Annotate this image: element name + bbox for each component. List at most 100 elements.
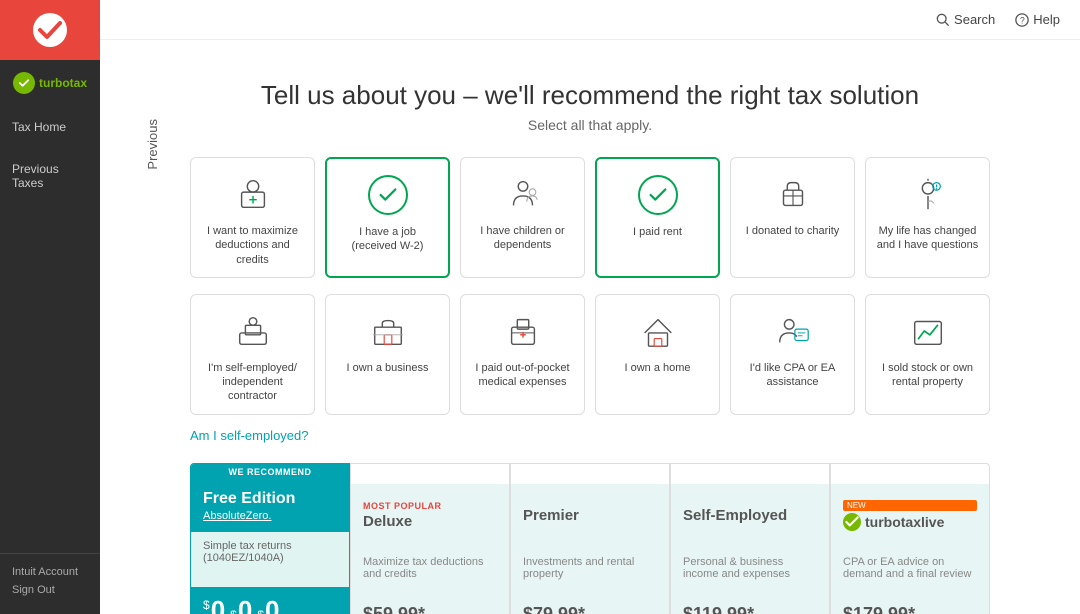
self-emp-product-name: Self-Employed (683, 507, 817, 524)
maximize-deductions-icon (231, 172, 275, 216)
life-changed-icon (906, 172, 950, 216)
live-description: CPA or EA advice on demand and a final r… (831, 548, 989, 596)
have-job-icon (366, 173, 410, 217)
life-changed-label: My life has changed and I have questions (874, 224, 981, 253)
top-header: Search ? Help (100, 0, 1080, 40)
live-logo-icon (843, 513, 861, 531)
have-job-label: I have a job (received W-2) (335, 225, 440, 254)
sidebar-item-previous-taxes[interactable]: Previous Taxes (0, 148, 100, 204)
free-header: Free Edition AbsoluteZero. (191, 480, 349, 532)
sidebar-item-tax-home[interactable]: Tax Home (0, 106, 100, 148)
sidebar-nav: Tax Home Previous Taxes (0, 106, 100, 553)
previous-button[interactable]: Previous (100, 111, 204, 177)
recommendations: WE RECOMMEND Free Edition AbsoluteZero. … (190, 463, 990, 614)
free-description: Simple tax returns (1040EZ/1040A) (191, 532, 349, 587)
plan-turbotax-live: NEW turbotaxlive CPA or EA advice on dem… (830, 463, 990, 614)
sidebar-bottom: Intuit Account Sign Out (0, 553, 100, 614)
option-own-business[interactable]: I own a business (325, 294, 450, 415)
medical-expenses-label: I paid out-of-pocket medical expenses (469, 361, 576, 390)
option-medical-expenses[interactable]: I paid out-of-pocket medical expenses (460, 294, 585, 415)
options-grid-row1: I want to maximize deductions and credit… (190, 157, 990, 278)
free-product-name: Free Edition (203, 490, 337, 508)
paid-rent-label: I paid rent (633, 225, 682, 239)
option-sold-stock[interactable]: I sold stock or own rental property (865, 294, 990, 415)
self-employed-icon (231, 309, 275, 353)
deluxe-pricing: $59.99* State additional (351, 596, 509, 614)
help-icon: ? (1015, 13, 1029, 27)
deluxe-description: Maximize tax deductions and credits (351, 548, 509, 596)
previous-label: Previous (145, 119, 160, 170)
option-life-changed[interactable]: My life has changed and I have questions (865, 157, 990, 278)
options-grid-row2: I'm self-employed/ independent contracto… (190, 294, 990, 415)
plan-premier: Premier Investments and rental property … (510, 463, 670, 614)
we-recommend-badge: WE RECOMMEND (191, 464, 349, 480)
maximize-deductions-label: I want to maximize deductions and credit… (199, 224, 306, 267)
sold-stock-label: I sold stock or own rental property (874, 361, 981, 390)
own-business-icon (366, 309, 410, 353)
own-business-label: I own a business (347, 361, 429, 375)
page-subtitle: Select all that apply. (190, 117, 990, 133)
turbotax-logo-text: turbotax (13, 72, 87, 94)
free-pricing: $ 0 $ 0 $ 0 Fed State To File (191, 587, 349, 614)
deluxe-header: MOST POPULAR Deluxe (351, 484, 509, 548)
premier-price: $79.99* (523, 604, 657, 614)
live-price: $179.99* (843, 604, 977, 614)
help-label: Help (1033, 12, 1060, 27)
live-header: NEW turbotaxlive (831, 484, 989, 548)
donated-charity-label: I donated to charity (746, 224, 840, 238)
donated-charity-icon (771, 172, 815, 216)
paid-rent-icon (636, 173, 680, 217)
plan-self-employed: Self-Employed Personal & business income… (670, 463, 830, 614)
sign-out-link[interactable]: Sign Out (12, 584, 88, 596)
self-emp-header: Self-Employed (671, 484, 829, 548)
self-emp-description: Personal & business income and expenses (671, 548, 829, 596)
spacer (351, 464, 509, 484)
page-body: Tell us about you – we'll recommend the … (130, 60, 1050, 614)
checkmark-logo-icon (32, 12, 68, 48)
help-action[interactable]: ? Help (1015, 12, 1060, 27)
option-paid-rent[interactable]: I paid rent (595, 157, 720, 278)
option-own-home[interactable]: I own a home (595, 294, 720, 415)
spacer (511, 464, 669, 484)
turbotax-logo-icon (13, 72, 35, 94)
children-icon (501, 172, 545, 216)
spacer (671, 464, 829, 484)
free-price-display: $ 0 $ 0 $ 0 (203, 595, 337, 614)
option-have-job[interactable]: I have a job (received W-2) (325, 157, 450, 278)
live-pricing: $179.99* State additional (831, 596, 989, 614)
search-icon (936, 13, 950, 27)
main-wrapper: Search ? Help Tell us about you – we'll … (100, 0, 1080, 614)
option-donated-charity[interactable]: I donated to charity (730, 157, 855, 278)
option-maximize-deductions[interactable]: I want to maximize deductions and credit… (190, 157, 315, 278)
self-emp-pricing: $119.99* State additional (671, 596, 829, 614)
option-self-employed[interactable]: I'm self-employed/ independent contracto… (190, 294, 315, 415)
plan-deluxe: MOST POPULAR Deluxe Maximize tax deducti… (350, 463, 510, 614)
new-badge: NEW (843, 500, 977, 511)
premier-product-name: Premier (523, 507, 657, 524)
self-employed-label: I'm self-employed/ independent contracto… (199, 361, 306, 404)
self-employed-link[interactable]: Am I self-employed? (190, 428, 309, 443)
option-children[interactable]: I have children or dependents (460, 157, 585, 278)
search-action[interactable]: Search (936, 12, 995, 27)
sold-stock-icon (906, 309, 950, 353)
page-title: Tell us about you – we'll recommend the … (190, 80, 990, 111)
own-home-label: I own a home (624, 361, 690, 375)
premier-pricing: $79.99* State additional (511, 596, 669, 614)
main-content: Search ? Help Tell us about you – we'll … (100, 0, 1080, 614)
svg-text:?: ? (1020, 15, 1025, 25)
self-emp-price: $119.99* (683, 604, 817, 614)
cpa-ea-label: I'd like CPA or EA assistance (739, 361, 846, 390)
live-product-name: turbotaxlive (865, 514, 944, 530)
search-label: Search (954, 12, 995, 27)
children-label: I have children or dependents (469, 224, 576, 253)
sidebar-logo-area (0, 0, 100, 60)
plan-free: WE RECOMMEND Free Edition AbsoluteZero. … (190, 463, 350, 614)
option-cpa-ea[interactable]: I'd like CPA or EA assistance (730, 294, 855, 415)
premier-description: Investments and rental property (511, 548, 669, 596)
intuit-account-link[interactable]: Intuit Account (12, 566, 88, 578)
spacer (831, 464, 989, 484)
turbotax-brand: turbotax (0, 60, 100, 106)
deluxe-product-name: Deluxe (363, 513, 497, 530)
most-popular-badge: MOST POPULAR (363, 501, 497, 511)
medical-expenses-icon (501, 309, 545, 353)
